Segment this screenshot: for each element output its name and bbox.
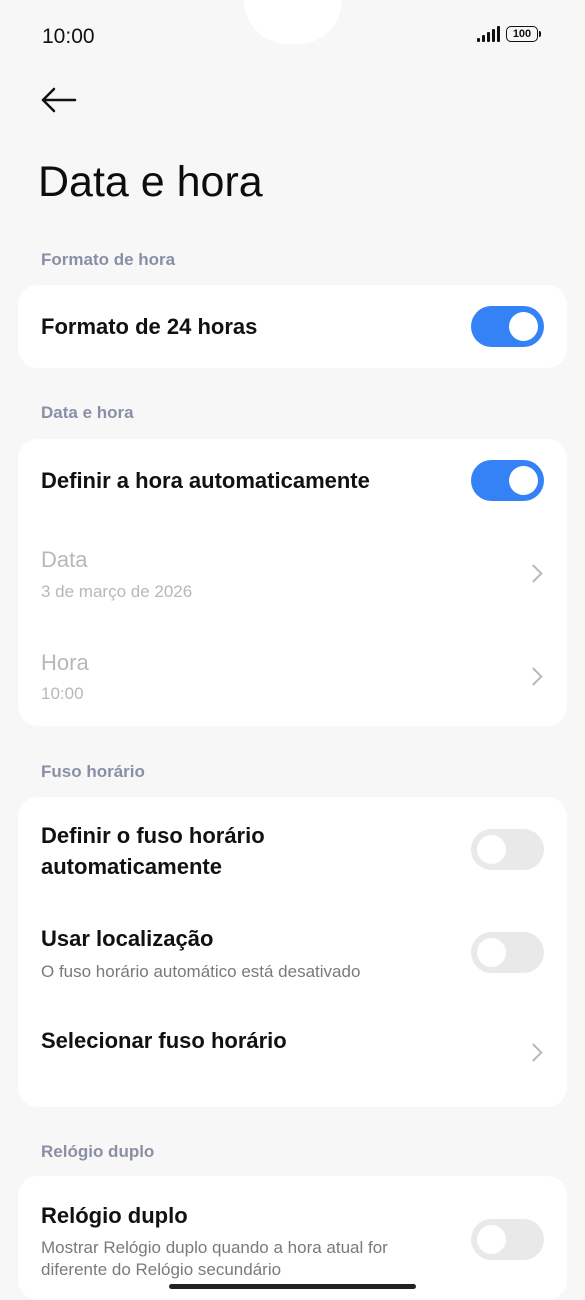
row-value-hour: 10:00 — [41, 684, 84, 703]
row-title-auto-timezone-1: Definir o fuso horário — [41, 823, 265, 848]
toggle-24h-format[interactable] — [471, 306, 544, 347]
row-select-timezone[interactable]: Selecionar fuso horário — [18, 1009, 567, 1107]
battery-icon: 100 — [506, 26, 541, 42]
row-title-auto-time: Definir a hora automaticamente — [41, 468, 370, 493]
section-label-timezone: Fuso horário — [41, 762, 145, 781]
back-arrow-icon[interactable] — [38, 82, 82, 118]
row-title-dual-clock: Relógio duplo — [41, 1203, 188, 1228]
row-use-location[interactable]: Usar localização O fuso horário automáti… — [18, 909, 567, 997]
row-auto-timezone[interactable]: Definir o fuso horário automaticamente — [18, 797, 567, 902]
row-title-hour: Hora — [41, 650, 89, 675]
card-dual-clock: Relógio duplo Mostrar Relógio duplo quan… — [18, 1176, 567, 1300]
toggle-auto-timezone[interactable] — [471, 829, 544, 870]
camera-notch — [244, 0, 342, 44]
section-label-dual-clock: Relógio duplo — [41, 1142, 155, 1161]
toggle-auto-time[interactable] — [471, 460, 544, 501]
card-timezone: Definir o fuso horário automaticamente U… — [18, 797, 567, 1107]
row-sub-dual-clock-1: Mostrar Relógio duplo quando a hora atua… — [41, 1238, 388, 1257]
row-title-auto-timezone-2: automaticamente — [41, 854, 222, 879]
row-title-use-location: Usar localização — [41, 926, 214, 951]
row-auto-time[interactable]: Definir a hora automaticamente — [18, 439, 567, 522]
row-title-date: Data — [41, 547, 88, 572]
card-date-time: Definir a hora automaticamente Data 3 de… — [18, 439, 567, 726]
chevron-right-icon — [524, 1043, 543, 1062]
signal-icon — [477, 26, 500, 42]
status-bar: 10:00 100 — [0, 0, 585, 70]
row-title-select-timezone: Selecionar fuso horário — [41, 1028, 287, 1053]
status-time: 10:00 — [42, 25, 95, 48]
row-date[interactable]: Data 3 de março de 2026 — [18, 534, 567, 629]
section-label-time-format: Formato de hora — [41, 250, 176, 269]
row-24h-format[interactable]: Formato de 24 horas — [18, 285, 567, 368]
section-label-date-time: Data e hora — [41, 403, 134, 422]
row-value-date: 3 de março de 2026 — [41, 582, 193, 601]
home-indicator[interactable] — [169, 1284, 416, 1289]
row-sub-use-location: O fuso horário automático está desativad… — [41, 962, 361, 981]
row-title-24h: Formato de 24 horas — [41, 314, 258, 339]
row-dual-clock[interactable]: Relógio duplo Mostrar Relógio duplo quan… — [18, 1176, 567, 1300]
page-title: Data e hora — [38, 158, 263, 206]
chevron-right-icon — [524, 667, 543, 686]
battery-level: 100 — [506, 26, 538, 42]
card-time-format: Formato de 24 horas — [18, 285, 567, 368]
row-sub-dual-clock-2: diferente do Relógio secundário — [41, 1260, 282, 1279]
chevron-right-icon — [524, 564, 543, 583]
status-icons: 100 — [477, 26, 541, 42]
row-hour[interactable]: Hora 10:00 — [18, 637, 567, 726]
toggle-use-location[interactable] — [471, 932, 544, 973]
toggle-dual-clock[interactable] — [471, 1219, 544, 1260]
